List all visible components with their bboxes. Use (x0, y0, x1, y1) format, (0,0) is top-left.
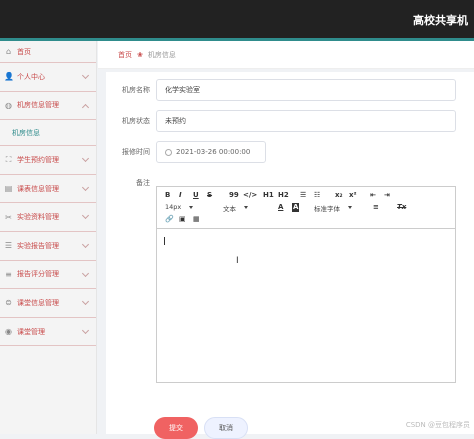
database-icon: ⊜ (4, 298, 13, 307)
breadcrumb: 首页 ❀ 机房信息 (98, 41, 474, 69)
sidebar-item-label: 个人中心 (17, 72, 45, 82)
breadcrumb-current: 机房信息 (148, 50, 176, 60)
sidebar-item-label: 机房信息管理 (17, 100, 59, 110)
superscript-button[interactable]: x² (349, 191, 357, 200)
sidebar-item-label: 首页 (17, 47, 31, 57)
bold-button[interactable]: B (165, 191, 170, 200)
sidebar: ⌂ 首页 👤 个人中心 ◍ 机房信息管理 机房信息 ⛶ 学生预约管理 ▤ 课表信… (0, 41, 97, 434)
submit-button[interactable]: 提交 (154, 417, 198, 439)
chevron-down-icon (82, 184, 89, 191)
chevron-down-icon (82, 155, 89, 162)
video-icon[interactable]: ▦ (193, 215, 200, 224)
app-title: 高校共享机 (413, 12, 468, 28)
outdent-icon[interactable]: ⇤ (370, 191, 376, 200)
sidebar-item-materials[interactable]: ✂ 实验资料管理 (0, 203, 96, 232)
header1-button[interactable]: H1 (263, 191, 274, 200)
blockquote-button[interactable]: 99 (229, 191, 239, 200)
eye-icon: ◉ (4, 327, 13, 336)
list-icon: ≡ (4, 270, 13, 279)
chevron-down-icon (82, 241, 89, 248)
cancel-button[interactable]: 取消 (204, 417, 248, 439)
sidebar-item-profile[interactable]: 👤 个人中心 (0, 63, 96, 92)
sidebar-item-label: 课堂管理 (17, 327, 45, 337)
chevron-down-icon (82, 72, 89, 79)
room-name-label: 机房名称 (106, 85, 150, 95)
user-icon: 👤 (4, 72, 13, 81)
italic-button[interactable]: I (179, 191, 182, 200)
sidebar-item-home[interactable]: ⌂ 首页 (0, 41, 96, 63)
sidebar-item-label: 课表信息管理 (17, 184, 59, 194)
chevron-down-icon (82, 212, 89, 219)
main-content: 首页 ❀ 机房信息 机房名称 化学实验室 机房状态 未预约 报修时间 2021-… (98, 41, 474, 434)
sidebar-item-label: 课堂信息管理 (17, 298, 59, 308)
watermark: CSDN @豆包程序员 (406, 420, 470, 430)
chevron-down-icon (82, 327, 89, 334)
report-time-value: 2021-03-26 00:00:00 (176, 148, 250, 156)
sidebar-item-schedule[interactable]: ▤ 课表信息管理 (0, 175, 96, 204)
sidebar-item-label: 报告评分管理 (17, 269, 59, 279)
breadcrumb-home[interactable]: 首页 (118, 50, 132, 60)
sidebar-subitem-label: 机房信息 (12, 128, 40, 138)
chevron-up-icon (82, 104, 89, 111)
mouse-cursor-icon: I (236, 256, 239, 266)
sidebar-item-class-info[interactable]: ⊜ 课堂信息管理 (0, 289, 96, 318)
rich-text-editor: B I U S 99 </> H1 H2 ☰ ☷ x₂ x² ⇤ ⇥ 14px … (156, 186, 456, 383)
link-icon[interactable]: 🔗 (165, 215, 174, 224)
font-family-select[interactable]: 标准字体 (314, 203, 340, 213)
header2-button[interactable]: H2 (278, 191, 289, 200)
sidebar-item-label: 实验报告管理 (17, 241, 59, 251)
editor-toolbar: B I U S 99 </> H1 H2 ☰ ☷ x₂ x² ⇤ ⇥ 14px … (157, 187, 455, 229)
sidebar-item-label: 学生预约管理 (17, 155, 59, 165)
chevron-down-icon (82, 298, 89, 305)
room-name-input[interactable]: 化学实验室 (156, 79, 456, 101)
chevron-down-icon (82, 270, 89, 277)
sidebar-subitem-room-info[interactable]: 机房信息 (0, 120, 96, 146)
report-time-picker[interactable]: 2021-03-26 00:00:00 (156, 141, 266, 163)
text-caret (164, 237, 165, 245)
clock-icon (165, 149, 172, 156)
sidebar-item-grading[interactable]: ≡ 报告评分管理 (0, 261, 96, 290)
sliders-icon: ☰ (4, 241, 13, 250)
code-block-button[interactable]: </> (243, 191, 257, 200)
bullet-list-icon[interactable]: ☷ (314, 191, 320, 200)
editor-content-area[interactable] (157, 230, 455, 382)
sidebar-item-reports[interactable]: ☰ 实验报告管理 (0, 232, 96, 261)
document-icon: ▤ (4, 184, 13, 193)
sidebar-item-room-management[interactable]: ◍ 机房信息管理 (0, 92, 96, 121)
report-time-label: 报修时间 (106, 147, 150, 157)
image-icon[interactable]: ▣ (179, 215, 186, 224)
room-status-input[interactable]: 未预约 (156, 110, 456, 132)
room-form: 机房名称 化学实验室 机房状态 未预约 报修时间 2021-03-26 00:0… (106, 72, 474, 434)
room-status-label: 机房状态 (106, 116, 150, 126)
scissors-icon: ✂ (4, 213, 13, 222)
background-color-icon[interactable]: A (292, 203, 299, 212)
subscript-button[interactable]: x₂ (335, 191, 343, 200)
sidebar-item-student-booking[interactable]: ⛶ 学生预约管理 (0, 146, 96, 175)
top-bar: 高校共享机 (0, 0, 474, 38)
sidebar-item-class[interactable]: ◉ 课堂管理 (0, 318, 96, 347)
breadcrumb-separator-icon: ❀ (137, 51, 143, 59)
expand-icon: ⛶ (4, 155, 13, 164)
align-icon[interactable]: ≡ (373, 203, 379, 212)
font-size-select[interactable]: 14px (165, 203, 181, 211)
globe-icon: ◍ (4, 101, 13, 110)
indent-icon[interactable]: ⇥ (384, 191, 390, 200)
ordered-list-icon[interactable]: ☰ (300, 191, 306, 200)
clear-format-button[interactable]: Tx (397, 203, 406, 212)
font-color-icon[interactable]: A (278, 203, 283, 212)
underline-button[interactable]: U (193, 191, 199, 200)
sidebar-item-label: 实验资料管理 (17, 212, 59, 222)
strike-button[interactable]: S (207, 191, 212, 200)
home-icon: ⌂ (4, 47, 13, 56)
remarks-label: 备注 (106, 178, 150, 188)
text-style-select[interactable]: 文本 (223, 203, 236, 213)
